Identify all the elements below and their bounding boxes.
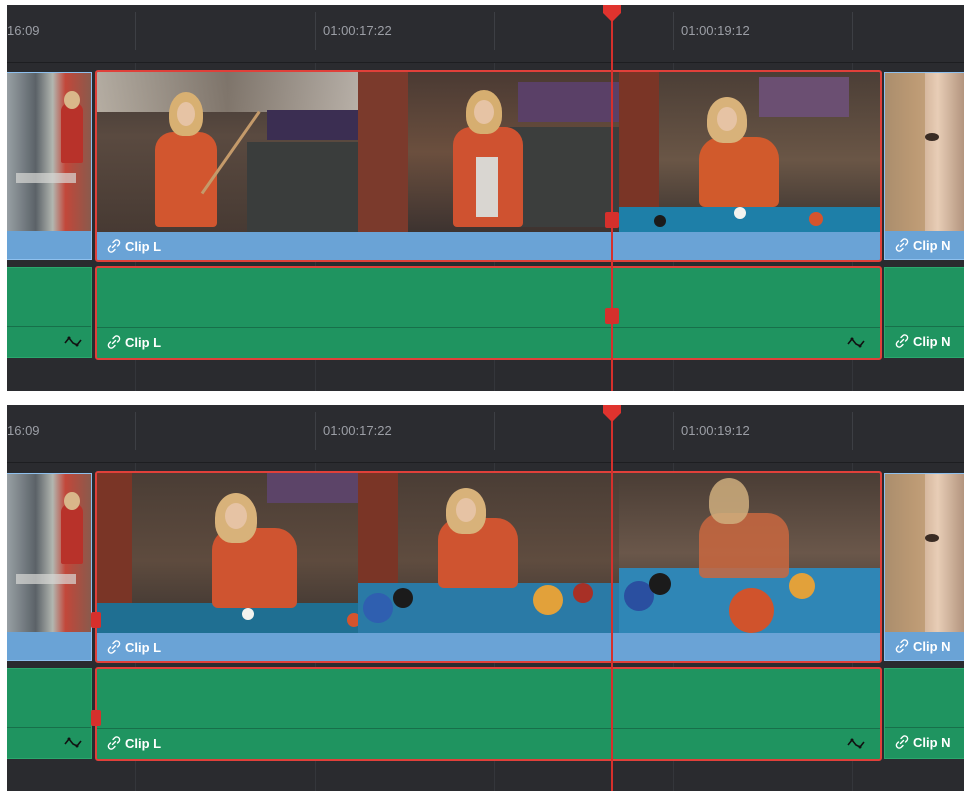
video-clip-name: Clip L [125, 239, 162, 254]
video-clip-selected[interactable]: Clip L [95, 70, 882, 262]
timecode-label: 16:09 [7, 23, 40, 38]
link-icon [895, 238, 909, 252]
waveform-keyframe-icon [847, 738, 865, 749]
timecode-ruler[interactable]: 16:09 01:00:17:22 01:00:19:12 [7, 5, 964, 63]
link-icon [107, 736, 121, 750]
audio-clip-name: Clip L [125, 335, 162, 350]
video-clip-name: Clip N [913, 639, 951, 654]
timeline-panel-top: 16:09 01:00:17:22 01:00:19:12 Clip L Cli… [7, 5, 964, 391]
next-audio-clip[interactable]: Clip N [884, 668, 964, 759]
prev-audio-clip[interactable] [7, 267, 92, 358]
ruler-tick [852, 12, 853, 50]
audio-clip-bar: Clip L [97, 327, 880, 358]
next-video-clip[interactable]: Clip N [884, 473, 964, 661]
audio-clip-name: Clip N [913, 735, 951, 750]
clip-thumbnail [97, 473, 358, 633]
link-icon [895, 639, 909, 653]
clip-thumbnail [885, 73, 964, 231]
audio-clip-bar [7, 727, 91, 758]
timecode-label: 01:00:19:12 [681, 423, 750, 438]
clip-name-bar [7, 632, 91, 660]
clip-thumbnail [358, 473, 619, 633]
clip-thumbnail [358, 72, 619, 232]
audio-clip-name: Clip N [913, 334, 951, 349]
edit-point-handle[interactable] [605, 308, 619, 324]
clip-name-bar: Clip N [885, 231, 964, 259]
waveform-keyframe-icon [847, 337, 865, 348]
ruler-tick [673, 12, 674, 50]
ruler-tick [135, 412, 136, 450]
ruler-tick [673, 412, 674, 450]
link-icon [107, 335, 121, 349]
timecode-label: 01:00:19:12 [681, 23, 750, 38]
video-clip-selected[interactable]: Clip L [95, 471, 882, 663]
timecode-ruler[interactable]: 16:09 01:00:17:22 01:00:19:12 [7, 405, 964, 463]
link-icon [107, 239, 121, 253]
audio-clip-bar: Clip N [885, 727, 964, 758]
clip-name-bar: Clip L [97, 633, 880, 661]
audio-clip-bar: Clip L [97, 728, 880, 759]
next-video-clip[interactable]: Clip N [884, 72, 964, 260]
link-icon [895, 334, 909, 348]
clip-name-bar [7, 231, 91, 259]
ruler-tick [135, 12, 136, 50]
waveform-keyframe-icon [64, 336, 82, 347]
playhead-marker-icon[interactable] [603, 405, 621, 423]
clip-name-bar: Clip N [885, 632, 964, 660]
clip-thumbnail [619, 72, 880, 232]
audio-clip-bar: Clip N [885, 326, 964, 357]
timeline-panel-bottom: 16:09 01:00:17:22 01:00:19:12 Clip L Cli… [7, 405, 964, 791]
timecode-label: 16:09 [7, 423, 40, 438]
ruler-tick [315, 412, 316, 450]
audio-clip-name: Clip L [125, 736, 162, 751]
playhead-marker-icon[interactable] [603, 5, 621, 23]
edit-point-handle[interactable] [605, 212, 619, 228]
next-audio-clip[interactable]: Clip N [884, 267, 964, 358]
timecode-label: 01:00:17:22 [323, 23, 392, 38]
ruler-tick [494, 12, 495, 50]
audio-clip-selected[interactable]: Clip L [95, 667, 882, 761]
link-icon [895, 735, 909, 749]
playhead[interactable] [611, 5, 613, 391]
audio-clip-selected[interactable]: Clip L [95, 266, 882, 360]
video-clip-name: Clip L [125, 640, 162, 655]
edit-point-handle[interactable] [91, 710, 101, 726]
prev-video-clip[interactable] [7, 72, 92, 260]
prev-video-clip[interactable] [7, 473, 92, 661]
prev-audio-clip[interactable] [7, 668, 92, 759]
video-clip-name: Clip N [913, 238, 951, 253]
timecode-label: 01:00:17:22 [323, 423, 392, 438]
audio-clip-bar [7, 326, 91, 357]
waveform-keyframe-icon [64, 737, 82, 748]
clip-thumbnail [619, 473, 880, 633]
clip-thumbnail [97, 72, 358, 232]
clip-name-bar: Clip L [97, 232, 880, 260]
link-icon [107, 640, 121, 654]
ruler-tick [852, 412, 853, 450]
clip-thumbnail [885, 474, 964, 632]
ruler-tick [494, 412, 495, 450]
ruler-tick [315, 12, 316, 50]
clip-thumbnail [7, 73, 91, 231]
playhead[interactable] [611, 405, 613, 791]
clip-thumbnail [7, 474, 91, 632]
edit-point-handle[interactable] [91, 612, 101, 628]
